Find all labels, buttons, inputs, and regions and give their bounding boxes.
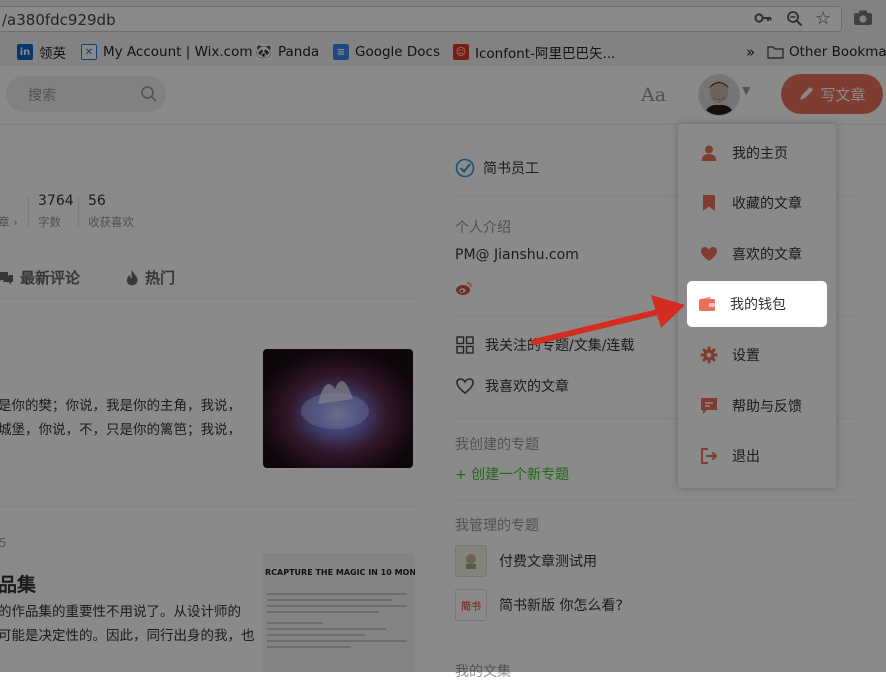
wallet-icon — [696, 296, 718, 312]
annotation-arrow — [531, 295, 685, 345]
menu-item-label: 我的钱包 — [730, 297, 786, 313]
menu-item-wallet[interactable]: 我的钱包 — [687, 281, 827, 327]
